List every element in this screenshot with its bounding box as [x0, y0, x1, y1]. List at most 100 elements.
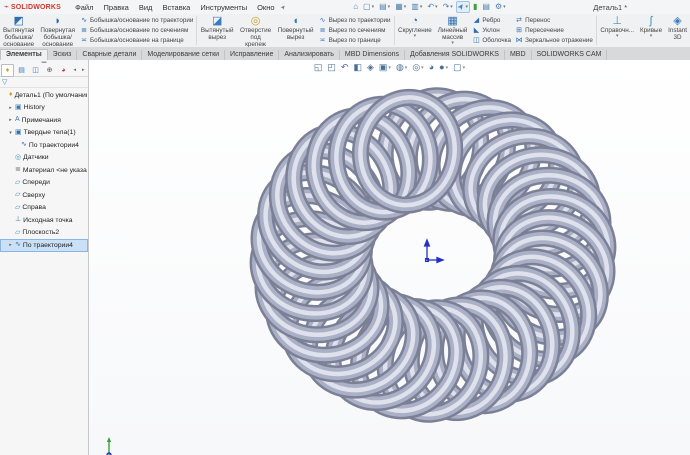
hide-show-items-button[interactable]: ◎▾	[411, 62, 424, 73]
tab-сварные-детали[interactable]: Сварные детали	[77, 50, 142, 60]
edit-appearance-button[interactable]: ◕	[428, 62, 435, 73]
panel-tabs-scroll-right[interactable]: ▸	[80, 64, 88, 77]
view-settings-button-caret-icon[interactable]: ▾	[463, 65, 466, 71]
toroidal-spring-model[interactable]	[89, 60, 690, 455]
select-button[interactable]: ➤▾	[456, 1, 470, 13]
displaymanager-tab[interactable]: ◕	[57, 64, 70, 77]
boundary-cut-button[interactable]: ≍Вырез по границе	[319, 36, 391, 45]
zoom-fit-button[interactable]: ◱	[313, 62, 324, 73]
mirror-button[interactable]: ⋈Зеркальное отражение	[515, 36, 593, 45]
menu-инструменты[interactable]: Инструменты	[196, 2, 251, 13]
curves-button-caret-icon[interactable]: ▾	[650, 34, 653, 38]
view-orientation-button-caret-icon[interactable]: ▾	[388, 65, 391, 71]
tab-моделирование-сетки[interactable]: Моделирование сетки	[142, 50, 225, 60]
section-view-button[interactable]: ◧	[352, 62, 363, 73]
undo-button[interactable]: ↶▾	[425, 1, 439, 13]
open-button[interactable]: ▤▾	[377, 1, 392, 13]
redo-button[interactable]: ↷▾	[441, 1, 455, 13]
extruded-cut-button[interactable]: ◪Вытянутый вырез	[198, 14, 237, 47]
display-style-button-caret-icon[interactable]: ▾	[405, 65, 408, 71]
tab-solidworks-cam[interactable]: SOLIDWORKS CAM	[532, 50, 608, 60]
undo-button-caret-icon[interactable]: ▾	[435, 4, 438, 10]
dimxpertmanager-tab[interactable]: ⊕	[43, 64, 56, 77]
hole-wizard-button[interactable]: ◎Отверстие под крепеж	[236, 14, 274, 47]
swept-boss-button[interactable]: ∿Бобышка/основание по траектории	[80, 16, 193, 25]
tree-item-plane2[interactable]: ▱Плоскость2	[0, 227, 88, 240]
apply-scene-button-caret-icon[interactable]: ▾	[446, 65, 449, 71]
new-document-button[interactable]: ▢▾	[361, 1, 376, 13]
redo-button-caret-icon[interactable]: ▾	[450, 4, 453, 10]
tree-item-solid-bodies-expander[interactable]: ▾	[8, 130, 13, 136]
previous-view-button[interactable]: ↶	[340, 62, 350, 73]
lofted-cut-button[interactable]: ≣Вырез по сечениям	[319, 26, 391, 35]
propertymanager-tab[interactable]: ▤	[15, 64, 28, 77]
menu-вставка[interactable]: Вставка	[158, 2, 194, 13]
menu-окно[interactable]: Окно	[253, 2, 278, 13]
tree-item-history[interactable]: ▸▣History	[0, 102, 88, 115]
panel-tabs-scroll-left[interactable]: ◂	[71, 64, 79, 77]
draft-button[interactable]: ◣Уклон	[472, 26, 511, 35]
tree-item-sweep-feature[interactable]: ▸∿По траектории4	[0, 239, 88, 252]
print-button[interactable]: ▥▾	[409, 1, 424, 13]
tab-исправление[interactable]: Исправление	[225, 50, 279, 60]
tab-добавления-solidworks[interactable]: Добавления SOLIDWORKS	[405, 50, 505, 60]
new-document-button-caret-icon[interactable]: ▾	[372, 4, 375, 10]
revolved-cut-button[interactable]: ◖Повернутый вырез	[275, 14, 317, 47]
featuremanager-tab[interactable]: ♦	[1, 64, 14, 77]
tree-item-sweep-body[interactable]: ∿По траектории4	[0, 139, 88, 152]
tree-item-sensors[interactable]: ◎Датчики	[0, 152, 88, 165]
save-button[interactable]: ▦▾	[393, 1, 408, 13]
tree-item-origin[interactable]: ⊥Исходная точка	[0, 214, 88, 227]
tab-mbd[interactable]: MBD	[505, 50, 532, 60]
tree-item-right-plane[interactable]: ▱Справа	[0, 202, 88, 215]
home-button[interactable]: ⌂	[351, 1, 360, 13]
tree-item-material[interactable]: ≣Материал <не указан>	[0, 164, 88, 177]
tab-mbd-dimensions[interactable]: MBD Dimensions	[340, 50, 405, 60]
swept-cut-button[interactable]: ∿Вырез по траектории	[319, 16, 391, 25]
curves-button[interactable]: ∫Кривые▾	[637, 14, 665, 47]
reference-geometry-button-caret-icon[interactable]: ▾	[616, 34, 619, 38]
view-orientation-button[interactable]: ▣▾	[378, 62, 392, 73]
menu-правка[interactable]: Правка	[100, 2, 133, 13]
options-button[interactable]: ⚙▾	[493, 1, 508, 13]
tree-item-history-expander[interactable]: ▸	[8, 105, 13, 111]
display-style-button[interactable]: ◍▾	[395, 62, 408, 73]
rib-button[interactable]: ◢Ребро	[472, 16, 511, 25]
graphics-viewport[interactable]: ◱◰↶◧◈▣▾◍▾◎▾ ◕●▾▢▾	[89, 60, 690, 455]
fillet-button[interactable]: ◔Скругление▾	[395, 14, 435, 47]
tab-элементы[interactable]: Элементы	[0, 49, 48, 60]
tab-эскиз[interactable]: Эскиз	[48, 50, 78, 60]
revolved-boss-button[interactable]: ◗Повернутая бобышка/основание	[37, 14, 78, 47]
tree-item-annotations-expander[interactable]: ▸	[8, 117, 13, 123]
zoom-area-button[interactable]: ◰	[326, 62, 337, 73]
tree-item-solid-bodies[interactable]: ▾▣Твердые тела(1)	[0, 127, 88, 140]
tree-item-sweep-feature-expander[interactable]: ▸	[8, 242, 13, 248]
save-button-caret-icon[interactable]: ▾	[404, 4, 407, 10]
tree-item-annotations[interactable]: ▸AПримечания	[0, 114, 88, 127]
boundary-boss-button[interactable]: ≍Бобышка/основание на границе	[80, 36, 193, 45]
reference-geometry-button[interactable]: ⊥Справочн...▾	[597, 14, 637, 47]
view-settings-button[interactable]: ▢▾	[452, 62, 466, 73]
linear-pattern-button-caret-icon[interactable]: ▾	[451, 41, 454, 45]
pin-menu-icon[interactable]: ➤	[279, 3, 288, 12]
tree-item-front-plane[interactable]: ▱Спереди	[0, 177, 88, 190]
move-face-button[interactable]: ⇄Перенос	[515, 16, 593, 25]
configurationmanager-tab[interactable]: ◫	[29, 64, 42, 77]
tree-filter-row[interactable]: ▽	[0, 77, 88, 88]
hide-show-items-button-caret-icon[interactable]: ▾	[421, 65, 424, 71]
intersect-button[interactable]: ⊞Пересечение	[515, 26, 593, 35]
shell-button[interactable]: ◫Оболочка	[472, 36, 511, 45]
options-button-caret-icon[interactable]: ▾	[503, 4, 506, 10]
print-button-caret-icon[interactable]: ▾	[420, 4, 423, 10]
open-button-caret-icon[interactable]: ▾	[388, 4, 391, 10]
annotation-view-button[interactable]: ◈	[366, 62, 375, 73]
tree-item-part-root[interactable]: ♦Деталь1 (По умолчанию) <<	[0, 89, 88, 102]
menu-файл[interactable]: Файл	[71, 2, 97, 13]
fillet-button-caret-icon[interactable]: ▾	[414, 34, 417, 38]
instant3d-button[interactable]: ◈Instant 3D	[665, 14, 690, 47]
extruded-boss-button[interactable]: ◩Вытянутая бобышка/основание	[0, 14, 37, 47]
rebuild-button[interactable]: ▮	[471, 1, 479, 13]
apply-scene-button[interactable]: ●▾	[438, 62, 449, 73]
tree-item-top-plane[interactable]: ▱Сверху	[0, 189, 88, 202]
tab-анализировать[interactable]: Анализировать	[279, 50, 340, 60]
